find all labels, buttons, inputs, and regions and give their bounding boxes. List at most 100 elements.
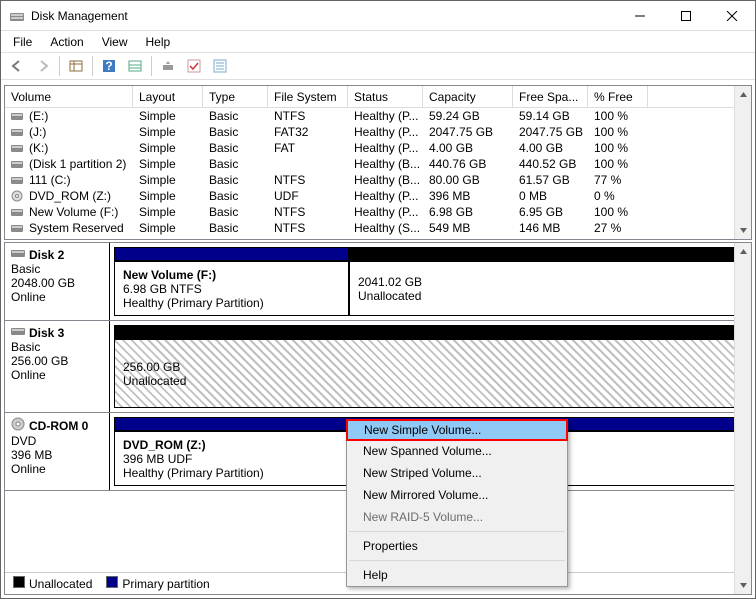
volume-cell-free: 4.00 GB [513,141,588,155]
menu-view[interactable]: View [94,33,136,51]
volume-cell-fs: NTFS [268,109,348,123]
app-icon [9,8,25,24]
volume-scrollbar[interactable] [734,86,751,239]
volume-cell-free: 6.95 GB [513,205,588,219]
close-button[interactable] [709,1,755,30]
partition-state: Unallocated [123,374,738,388]
partition-state: Unallocated [358,289,738,303]
volume-row[interactable]: 111 (C:)SimpleBasicNTFSHealthy (B...80.0… [5,172,751,188]
volume-cell-pct: 100 % [588,125,648,139]
volume-cell-name: (Disk 1 partition 2) [5,157,133,171]
column-header-type[interactable]: Type [203,86,268,107]
scroll-down-button[interactable] [735,577,751,594]
partition-health: Healthy (Primary Partition) [123,296,340,310]
volume-row[interactable]: (E:)SimpleBasicNTFSHealthy (P...59.24 GB… [5,108,751,124]
scroll-up-button[interactable] [735,243,751,260]
context-menu: New Simple Volume... New Spanned Volume.… [346,419,568,587]
volume-cell-name: (J:) [5,125,133,139]
volume-cell-name: (E:) [5,109,133,123]
column-header-fs[interactable]: File System [268,86,348,107]
volume-cell-name: New Volume (F:) [5,205,133,219]
volume-cell-pct: 100 % [588,141,648,155]
column-header-free[interactable]: Free Spa... [513,86,588,107]
volume-cell-pct: 77 % [588,173,648,187]
volume-cell-pct: 100 % [588,109,648,123]
disk-row-disk2: Disk 2 Basic 2048.00 GB Online New Volum… [5,243,751,321]
minimize-button[interactable] [617,1,663,30]
volume-row[interactable]: (K:)SimpleBasicFATHealthy (P...4.00 GB4.… [5,140,751,156]
disk-label[interactable]: Disk 2 Basic 2048.00 GB Online [5,243,110,320]
menu-help[interactable]: Help [138,33,179,51]
back-button[interactable] [5,55,29,77]
volume-cell-status: Healthy (P... [348,125,423,139]
volume-cell-cap: 549 MB [423,221,513,235]
ctx-help[interactable]: Help [347,564,567,586]
volume-row[interactable]: System ReservedSimpleBasicNTFSHealthy (S… [5,220,751,236]
disk-size: 256.00 GB [11,354,103,368]
help-button[interactable]: ? [97,55,121,77]
volume-cell-layout: Simple [133,221,203,235]
view-list-button[interactable] [64,55,88,77]
volume-cell-layout: Simple [133,141,203,155]
volume-cell-pct: 100 % [588,157,648,171]
volume-cell-name: DVD_ROM (Z:) [5,189,133,203]
column-header-cap[interactable]: Capacity [423,86,513,107]
ctx-new-spanned-volume[interactable]: New Spanned Volume... [347,440,567,462]
volume-cell-fs: FAT [268,141,348,155]
volume-cell-status: Healthy (P... [348,205,423,219]
volume-cell-cap: 440.76 GB [423,157,513,171]
menubar: File Action View Help [1,31,755,52]
volume-cell-fs: NTFS [268,173,348,187]
disk-name: Disk 2 [29,248,64,262]
forward-button[interactable] [31,55,55,77]
checkmark-button[interactable] [182,55,206,77]
ctx-properties[interactable]: Properties [347,535,567,557]
partition-unallocated[interactable]: 2041.02 GB Unallocated [349,261,747,316]
volume-cell-status: Healthy (P... [348,141,423,155]
ctx-new-simple-volume[interactable]: New Simple Volume... [346,419,568,441]
toolbar: ? [1,52,755,80]
titlebar[interactable]: Disk Management [1,1,755,31]
disk-icon [11,247,25,262]
volume-row[interactable]: New Volume (F:)SimpleBasicNTFSHealthy (P… [5,204,751,220]
settings-button[interactable] [123,55,147,77]
volume-cell-layout: Simple [133,125,203,139]
disk-action-button[interactable] [156,55,180,77]
scroll-up-button[interactable] [735,86,751,103]
volume-cell-status: Healthy (P... [348,189,423,203]
disk-state: Online [11,368,103,382]
volume-row[interactable]: (Disk 1 partition 2)SimpleBasicHealthy (… [5,156,751,172]
volume-cell-layout: Simple [133,189,203,203]
volume-cell-type: Basic [203,205,268,219]
disk-scrollbar[interactable] [734,243,751,594]
volume-list-pane[interactable]: VolumeLayoutTypeFile SystemStatusCapacit… [4,85,752,240]
properties-button[interactable] [208,55,232,77]
partition-new-volume-f[interactable]: New Volume (F:) 6.98 GB NTFS Healthy (Pr… [114,261,349,316]
volume-row[interactable]: (J:)SimpleBasicFAT32Healthy (P...2047.75… [5,124,751,140]
column-header-layout[interactable]: Layout [133,86,203,107]
disk-label[interactable]: Disk 3 Basic 256.00 GB Online [5,321,110,412]
volume-cell-pct: 27 % [588,221,648,235]
volume-cell-type: Basic [203,221,268,235]
ctx-new-striped-volume[interactable]: New Striped Volume... [347,462,567,484]
disk-size: 2048.00 GB [11,276,103,290]
maximize-button[interactable] [663,1,709,30]
partition-unallocated-disk3[interactable]: 256.00 GB Unallocated [114,339,747,408]
disk-type: DVD [11,434,103,448]
legend-label: Unallocated [29,577,92,591]
volume-cell-cap: 2047.75 GB [423,125,513,139]
menu-file[interactable]: File [5,33,40,51]
disk-label[interactable]: CD-ROM 0 DVD 396 MB Online [5,413,110,490]
ctx-new-mirrored-volume[interactable]: New Mirrored Volume... [347,484,567,506]
column-header-status[interactable]: Status [348,86,423,107]
disk-state: Online [11,290,103,304]
menu-action[interactable]: Action [42,33,91,51]
legend-label: Primary partition [122,577,209,591]
volume-cell-type: Basic [203,141,268,155]
volume-row[interactable]: DVD_ROM (Z:)SimpleBasicUDFHealthy (P...3… [5,188,751,204]
column-header-volume[interactable]: Volume [5,86,133,107]
column-header-pct[interactable]: % Free [588,86,648,107]
volume-cell-type: Basic [203,173,268,187]
scroll-down-button[interactable] [735,222,751,239]
disk-icon [11,325,25,340]
